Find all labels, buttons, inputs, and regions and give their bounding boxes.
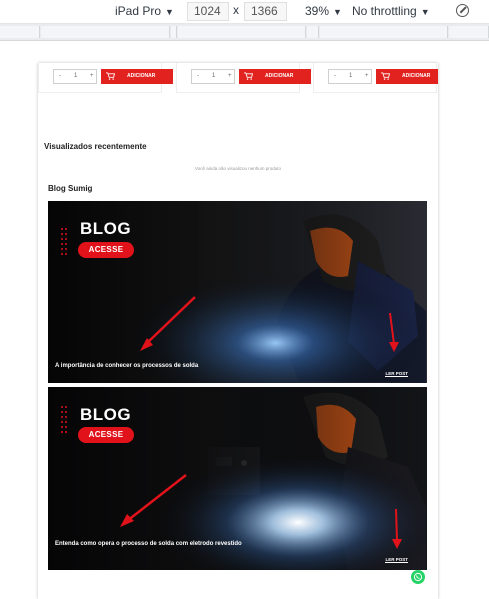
media-query-segment[interactable] xyxy=(449,26,489,38)
cart-icon xyxy=(106,72,115,80)
device-name: iPad Pro xyxy=(115,4,162,18)
qty-value[interactable]: 1 xyxy=(349,73,352,79)
read-post-link[interactable]: LER POST xyxy=(385,371,408,377)
add-to-cart-button[interactable]: ADICIONAR xyxy=(239,69,311,84)
qty-minus[interactable]: - xyxy=(334,73,336,79)
blog-banner[interactable]: BLOG ACESSE A importância de conhecer os… xyxy=(48,201,427,383)
zoom-value: 39% xyxy=(305,4,330,18)
phone-icon xyxy=(413,572,423,582)
blog-section-title: Blog Sumig xyxy=(48,184,93,193)
cart-icon xyxy=(244,72,253,80)
qty-plus[interactable]: + xyxy=(228,73,232,79)
acesse-button[interactable]: ACESSE xyxy=(78,242,134,258)
rotate-icon[interactable] xyxy=(456,4,469,17)
qty-minus[interactable]: - xyxy=(59,73,61,79)
qty-value[interactable]: 1 xyxy=(212,73,215,79)
height-input[interactable]: 1366 xyxy=(244,2,287,21)
qty-minus[interactable]: - xyxy=(197,73,199,79)
acesse-button[interactable]: ACESSE xyxy=(78,427,134,443)
read-post-link[interactable]: LER POST xyxy=(385,557,408,563)
post-caption: A importância de conhecer os processos d… xyxy=(55,363,199,369)
add-to-cart-label: ADICIONAR xyxy=(127,73,156,79)
chevron-down-icon: ▼ xyxy=(165,7,174,17)
quantity-stepper[interactable]: - 1 + xyxy=(191,69,235,84)
quantity-stepper[interactable]: - 1 + xyxy=(53,69,97,84)
qty-value[interactable]: 1 xyxy=(74,73,77,79)
media-query-segment[interactable] xyxy=(178,26,306,38)
chevron-down-icon: ▼ xyxy=(333,7,342,17)
device-toolbar: iPad Pro ▼ 1024 x 1366 39% ▼ No throttling… xyxy=(0,0,489,24)
add-to-cart-label: ADICIONAR xyxy=(265,73,294,79)
quantity-stepper[interactable]: - 1 + xyxy=(328,69,372,84)
banner-heading: BLOG xyxy=(80,405,132,424)
media-query-segment[interactable] xyxy=(0,26,40,38)
add-to-cart-label: ADICIONAR xyxy=(402,73,431,79)
add-to-cart-button[interactable]: ADICIONAR xyxy=(101,69,173,84)
zoom-select[interactable]: 39% ▼ xyxy=(305,4,342,18)
whatsapp-icon[interactable] xyxy=(411,570,425,584)
qty-plus[interactable]: + xyxy=(90,73,94,79)
cart-icon xyxy=(381,72,390,80)
banner-heading: BLOG xyxy=(80,219,132,238)
media-query-segment[interactable] xyxy=(307,26,319,38)
add-to-cart-button[interactable]: ADICIONAR xyxy=(376,69,438,84)
blog-banner[interactable]: BLOG ACESSE Entenda como opera o process… xyxy=(48,387,427,570)
throttling-value: No throttling xyxy=(352,4,417,18)
qty-plus[interactable]: + xyxy=(365,73,369,79)
throttling-select[interactable]: No throttling ▼ xyxy=(352,4,430,18)
width-input[interactable]: 1024 xyxy=(187,2,229,21)
product-cards: - 1 + ADICIONAR - 1 + ADICIONAR - 1 + AD… xyxy=(38,63,438,95)
product-card: - 1 + ADICIONAR xyxy=(176,63,311,93)
device-select[interactable]: iPad Pro ▼ xyxy=(115,4,174,18)
recently-viewed-empty: Você ainda não visualizou nenhum produto xyxy=(194,166,282,171)
media-query-bar xyxy=(0,24,489,41)
media-query-segment[interactable] xyxy=(171,26,177,38)
dimension-separator: x xyxy=(233,3,239,17)
product-card: - 1 + ADICIONAR xyxy=(38,63,173,93)
post-caption: Entenda como opera o processo de solda c… xyxy=(55,541,242,547)
recently-viewed-title: Visualizados recentemente xyxy=(44,142,147,151)
media-query-segment[interactable] xyxy=(320,26,448,38)
emulated-page: - 1 + ADICIONAR - 1 + ADICIONAR - 1 + AD… xyxy=(38,63,438,599)
media-query-segment[interactable] xyxy=(41,26,170,38)
chevron-down-icon: ▼ xyxy=(420,7,430,17)
product-card: - 1 + ADICIONAR xyxy=(313,63,438,93)
